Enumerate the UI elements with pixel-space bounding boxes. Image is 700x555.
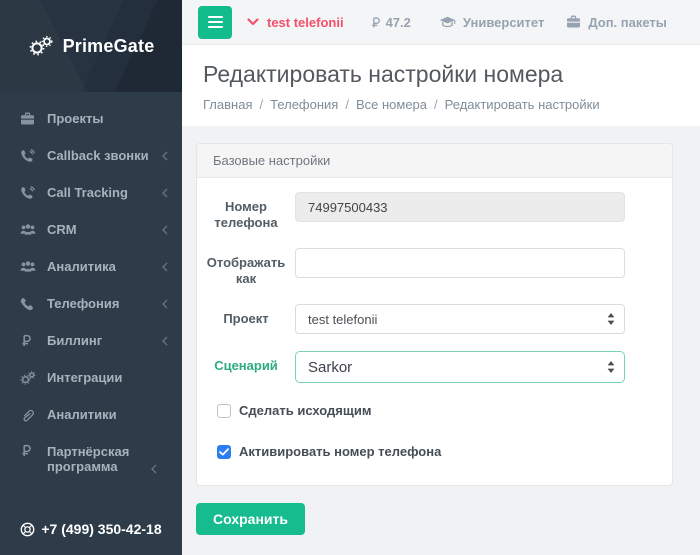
scenario-select-value: Sarkor	[308, 358, 353, 376]
sidebar-item-label: Биллинг	[47, 333, 103, 348]
topbar: test telefonii 47.2 Университет Доп. пак…	[182, 0, 700, 45]
chevron-left-icon	[162, 188, 168, 198]
primegate-logo-icon	[28, 34, 55, 58]
checkbox-unchecked-icon[interactable]	[217, 403, 231, 418]
display-as-row: Отображать как	[203, 248, 672, 287]
sidebar-item-partner-program[interactable]: Партнёрская программа	[0, 433, 182, 485]
packages-link[interactable]: Доп. пакеты	[566, 15, 667, 30]
sidebar-item-crm[interactable]: CRM	[0, 211, 182, 248]
support-phone-number: +7 (499) 350-42-18	[41, 521, 162, 537]
activate-number-checkbox-row[interactable]: Активировать номер телефона	[217, 444, 672, 459]
ruble-icon	[20, 444, 38, 457]
project-row: Проект test telefonii	[203, 304, 672, 334]
panel-body: Номер телефона Отображать как Проект	[197, 178, 672, 485]
sidebar-item-billing[interactable]: Биллинг	[0, 322, 182, 359]
sidebar-item-projects[interactable]: Проекты	[0, 100, 182, 137]
project-label: Проект	[223, 311, 269, 326]
logo[interactable]: PrimeGate	[0, 0, 182, 92]
chevron-left-icon	[162, 151, 168, 161]
chevron-down-icon	[247, 18, 259, 26]
packages-label: Доп. пакеты	[588, 14, 667, 30]
breadcrumb: Главная Телефония Все номера Редактирова…	[203, 97, 680, 112]
breadcrumb-telephony[interactable]: Телефония	[252, 97, 338, 112]
chevron-left-icon	[151, 464, 157, 474]
university-link[interactable]: Университет	[439, 15, 544, 30]
phone-icon	[20, 297, 38, 311]
sidebar-item-label: Аналитика	[47, 259, 116, 274]
breadcrumb-home[interactable]: Главная	[203, 97, 252, 112]
sidebar-item-label: Callback звонки	[47, 148, 149, 163]
scenario-row: Сценарий Sarkor	[203, 351, 672, 383]
briefcase-icon	[566, 15, 581, 29]
chevron-left-icon	[162, 225, 168, 235]
app-title: PrimeGate	[62, 35, 155, 56]
users-icon	[20, 260, 38, 273]
graduation-cap-icon	[439, 16, 456, 29]
paperclip-icon	[20, 408, 38, 422]
project-selector[interactable]: test telefonii	[247, 15, 344, 30]
project-selector-label: test telefonii	[267, 14, 344, 30]
gears-icon	[20, 370, 38, 385]
university-label: Университет	[462, 14, 545, 30]
make-outgoing-checkbox-row[interactable]: Сделать исходящим	[217, 403, 672, 418]
balance-amount: 47.2	[385, 14, 411, 30]
chevron-left-icon	[162, 262, 168, 272]
sidebar-item-label: Проекты	[47, 111, 104, 126]
sidebar-item-label: Call Tracking	[47, 185, 128, 200]
phone-volume-icon	[20, 185, 38, 200]
scenario-label: Сценарий	[214, 358, 278, 373]
activate-number-label: Активировать номер телефона	[239, 444, 442, 459]
panel-title: Базовые настройки	[197, 144, 672, 178]
users-icon	[20, 223, 38, 236]
phone-number-input	[295, 192, 625, 222]
project-select-value: test telefonii	[308, 311, 378, 327]
sidebar-item-label: Телефония	[47, 296, 120, 311]
checkbox-checked-icon[interactable]	[217, 444, 231, 459]
briefcase-icon	[20, 112, 38, 126]
main-area: test telefonii 47.2 Университет Доп. пак…	[182, 0, 700, 555]
ruble-icon	[20, 334, 38, 347]
sidebar-item-call-tracking[interactable]: Call Tracking	[0, 174, 182, 211]
sidebar-item-telephony[interactable]: Телефония	[0, 285, 182, 322]
chevron-left-icon	[162, 299, 168, 309]
display-as-label: Отображать как	[206, 255, 286, 286]
life-ring-icon	[20, 522, 35, 537]
page-header: Редактировать настройки номера Главная Т…	[182, 45, 700, 126]
sidebar-item-label: CRM	[47, 222, 77, 237]
sidebar-item-integrations[interactable]: Интеграции	[0, 359, 182, 396]
scenario-select[interactable]: Sarkor	[295, 351, 625, 383]
breadcrumb-current: Редактировать настройки	[427, 97, 600, 112]
menu-toggle-button[interactable]	[198, 5, 232, 39]
phone-volume-icon	[20, 148, 38, 163]
sidebar-item-analysts[interactable]: Аналитики	[0, 396, 182, 433]
chevron-left-icon	[162, 336, 168, 346]
sidebar-item-analytics[interactable]: Аналитика	[0, 248, 182, 285]
sidebar-item-label: Интеграции	[47, 370, 123, 385]
sidebar-item-label: Аналитики	[47, 407, 117, 422]
sidebar-item-callback[interactable]: Callback звонки	[0, 137, 182, 174]
phone-number-row: Номер телефона	[203, 192, 672, 231]
save-button[interactable]: Сохранить	[196, 503, 305, 535]
hamburger-icon	[207, 16, 223, 18]
project-select[interactable]: test telefonii	[295, 304, 625, 334]
select-stepper-icon	[607, 313, 615, 325]
sidebar-item-label: Партнёрская программа	[47, 444, 130, 474]
balance[interactable]: 47.2	[370, 15, 411, 30]
phone-number-label: Номер телефона	[214, 199, 278, 230]
page-title: Редактировать настройки номера	[203, 61, 564, 87]
support-phone[interactable]: +7 (499) 350-42-18	[0, 521, 182, 537]
ruble-icon	[370, 16, 381, 29]
select-stepper-icon	[607, 361, 615, 373]
basic-settings-panel: Базовые настройки Номер телефона Отображ…	[196, 143, 673, 486]
breadcrumb-all-numbers[interactable]: Все номера	[338, 97, 427, 112]
display-as-input[interactable]	[295, 248, 625, 278]
sidebar-nav: Проекты Callback звонки Call Tracking CR…	[0, 92, 182, 485]
sidebar: PrimeGate Проекты Callback звонки Call T…	[0, 0, 182, 555]
make-outgoing-label: Сделать исходящим	[239, 403, 372, 418]
content: Базовые настройки Номер телефона Отображ…	[182, 126, 700, 555]
